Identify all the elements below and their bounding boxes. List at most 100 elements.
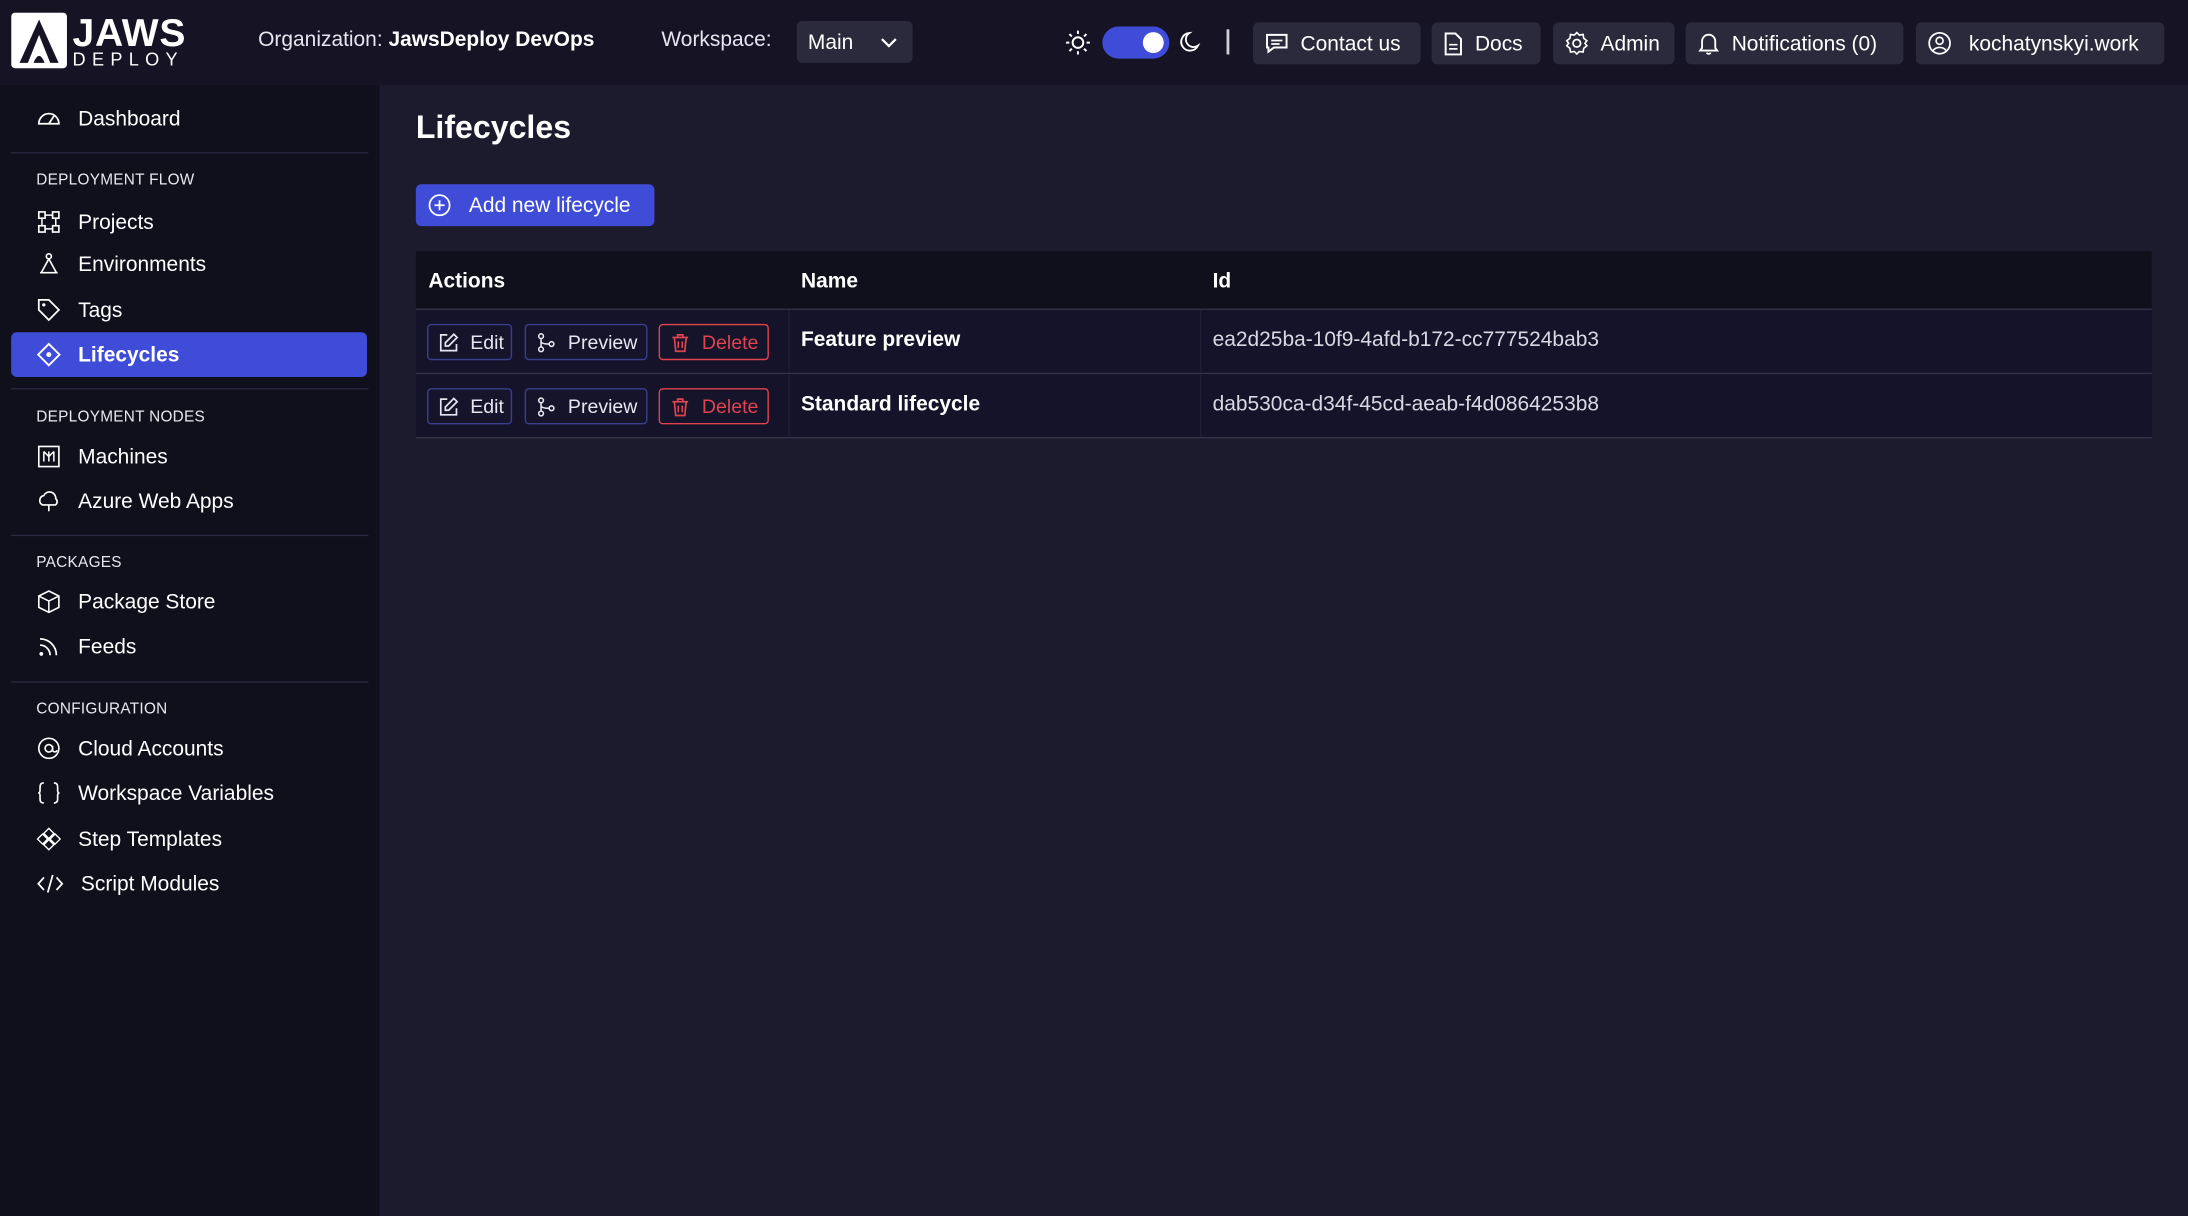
preview-label: Preview [567,330,638,354]
trash-icon [672,397,689,416]
delete-button[interactable]: Delete [658,323,769,361]
cell-divider [1200,374,1202,437]
branch-flow-icon [537,332,555,352]
chat-icon [1266,33,1288,54]
sidebar-item-azure-web-apps[interactable]: Azure Web Apps [11,479,367,524]
sidebar-item-script-modules[interactable]: Script Modules [11,861,367,906]
sidebar-item-dashboard[interactable]: Dashboard [11,96,367,141]
cloud-icon [38,491,58,512]
sidebar-item-cloud-accounts[interactable]: Cloud Accounts [11,726,367,771]
cell-divider [788,309,790,373]
sidebar-item-feeds[interactable]: Feeds [11,624,367,669]
sidebar-item-label: Lifecycles [78,342,180,367]
add-button-label: Add new lifecycle [468,193,631,218]
org-name[interactable]: JawsDeploy DevOps [388,28,594,52]
add-new-lifecycle-button[interactable]: Add new lifecycle [415,184,655,227]
lifecycle-id: ea2d25ba-10f9-4afd-b172-cc777524bab3 [1212,328,1599,352]
trash-icon [672,333,689,352]
rss-feed-icon [39,637,58,656]
sidebar-item-label: Workspace Variables [78,781,274,805]
jaws-deploy-logo[interactable]: JAWS DEPLOY [11,13,186,69]
workspace-select[interactable]: Main [796,20,913,63]
cell-divider [788,374,790,437]
sidebar-item-label: Cloud Accounts [78,736,224,761]
preview-button[interactable]: Preview [524,323,648,361]
curly-braces-icon [38,782,60,804]
sidebar-item-label: Tags [78,298,123,322]
dashboard-gauge-icon [37,112,60,125]
edit-label: Edit [470,395,504,418]
sidebar-item-projects[interactable]: Projects [11,200,367,245]
projects-nodes-icon [37,211,60,233]
delete-button[interactable]: Delete [658,388,769,425]
user-menu-button[interactable]: kochatynskyi.work [1915,22,2165,65]
preview-label: Preview [567,395,638,418]
machines-server-icon [37,445,60,468]
table-row: Edit Preview Delete Standard lifecycle d… [415,374,2152,439]
sidebar: Dashboard DEPLOYMENT FLOW Projects Envir… [0,85,380,1216]
environments-icon [40,252,58,274]
workspace-label: Workspace: [661,27,772,52]
docs-button[interactable]: Docs [1431,22,1541,65]
preview-button[interactable]: Preview [524,388,648,425]
sun-icon [1066,30,1090,55]
sidebar-item-label: Azure Web Apps [78,489,234,514]
step-templates-icon [36,827,62,851]
package-box-icon [37,590,60,614]
sidebar-divider [11,681,369,683]
user-label: kochatynskyi.work [1968,31,2139,56]
bell-icon [1698,33,1720,55]
sidebar-item-machines[interactable]: Machines [11,434,367,479]
sidebar-divider [11,534,369,537]
sidebar-item-environments[interactable]: Environments [11,242,367,287]
notifications-label: Notifications (0) [1731,31,1878,56]
admin-button[interactable]: Admin [1553,22,1675,65]
contact-us-label: Contact us [1300,31,1401,56]
edit-pencil-icon [439,332,459,351]
sidebar-item-workspace-variables[interactable]: Workspace Variables [11,771,367,816]
sidebar-item-label: Feeds [78,634,137,659]
sidebar-item-step-templates[interactable]: Step Templates [11,817,367,862]
contact-us-button[interactable]: Contact us [1253,22,1421,65]
column-header-id[interactable]: Id [1213,269,1232,293]
sidebar-item-label: Dashboard [78,106,181,131]
app-root: JAWS DEPLOY Organization: JawsDeploy Dev… [0,0,2188,1216]
sidebar-item-lifecycles[interactable]: Lifecycles [11,332,367,377]
column-header-actions: Actions [428,269,506,294]
lifecycle-name: Feature preview [800,328,961,352]
org-label-text: Organization: [258,27,383,52]
sidebar-item-label: Projects [78,210,154,234]
edit-label: Edit [470,330,504,354]
code-brackets-icon [37,874,64,893]
sidebar-item-label: Script Modules [80,871,220,896]
chevron-down-icon [881,38,897,48]
logo-main-text: JAWS [72,10,187,54]
sidebar-item-tags[interactable]: Tags [11,288,367,333]
sidebar-item-label: Environments [78,251,207,276]
sidebar-item-package-store[interactable]: Package Store [11,579,367,624]
sidebar-item-label: Machines [78,444,168,469]
theme-toggle[interactable] [1102,26,1170,59]
organization-label: Organization: JawsDeploy DevOps [258,28,594,52]
top-bar: JAWS DEPLOY Organization: JawsDeploy Dev… [0,0,2188,86]
admin-label: Admin [1600,31,1660,56]
edit-button[interactable]: Edit [426,388,513,425]
toggle-knob [1142,32,1164,54]
docs-label: Docs [1474,31,1523,56]
table-row: Edit Preview Delete Feature preview ea2d… [415,309,2152,375]
section-label-packages: PACKAGES [36,554,122,572]
tag-icon [37,299,61,322]
notifications-button[interactable]: Notifications (0) [1685,22,1904,65]
section-label-deployment-nodes: DEPLOYMENT NODES [36,409,206,426]
lifecycle-name: Standard lifecycle [800,392,981,417]
lifecycles-table: Actions Name Id Edit Preview Delete Feat… [415,251,2152,439]
column-header-name[interactable]: Name [801,269,858,293]
cell-divider [1200,309,1202,373]
gear-icon [1565,31,1588,56]
branch-flow-icon [537,396,555,416]
document-icon [1444,31,1462,55]
moon-icon [1180,31,1201,52]
sidebar-divider [11,388,369,390]
table-header: Actions Name Id [415,251,2152,310]
edit-button[interactable]: Edit [426,323,513,361]
